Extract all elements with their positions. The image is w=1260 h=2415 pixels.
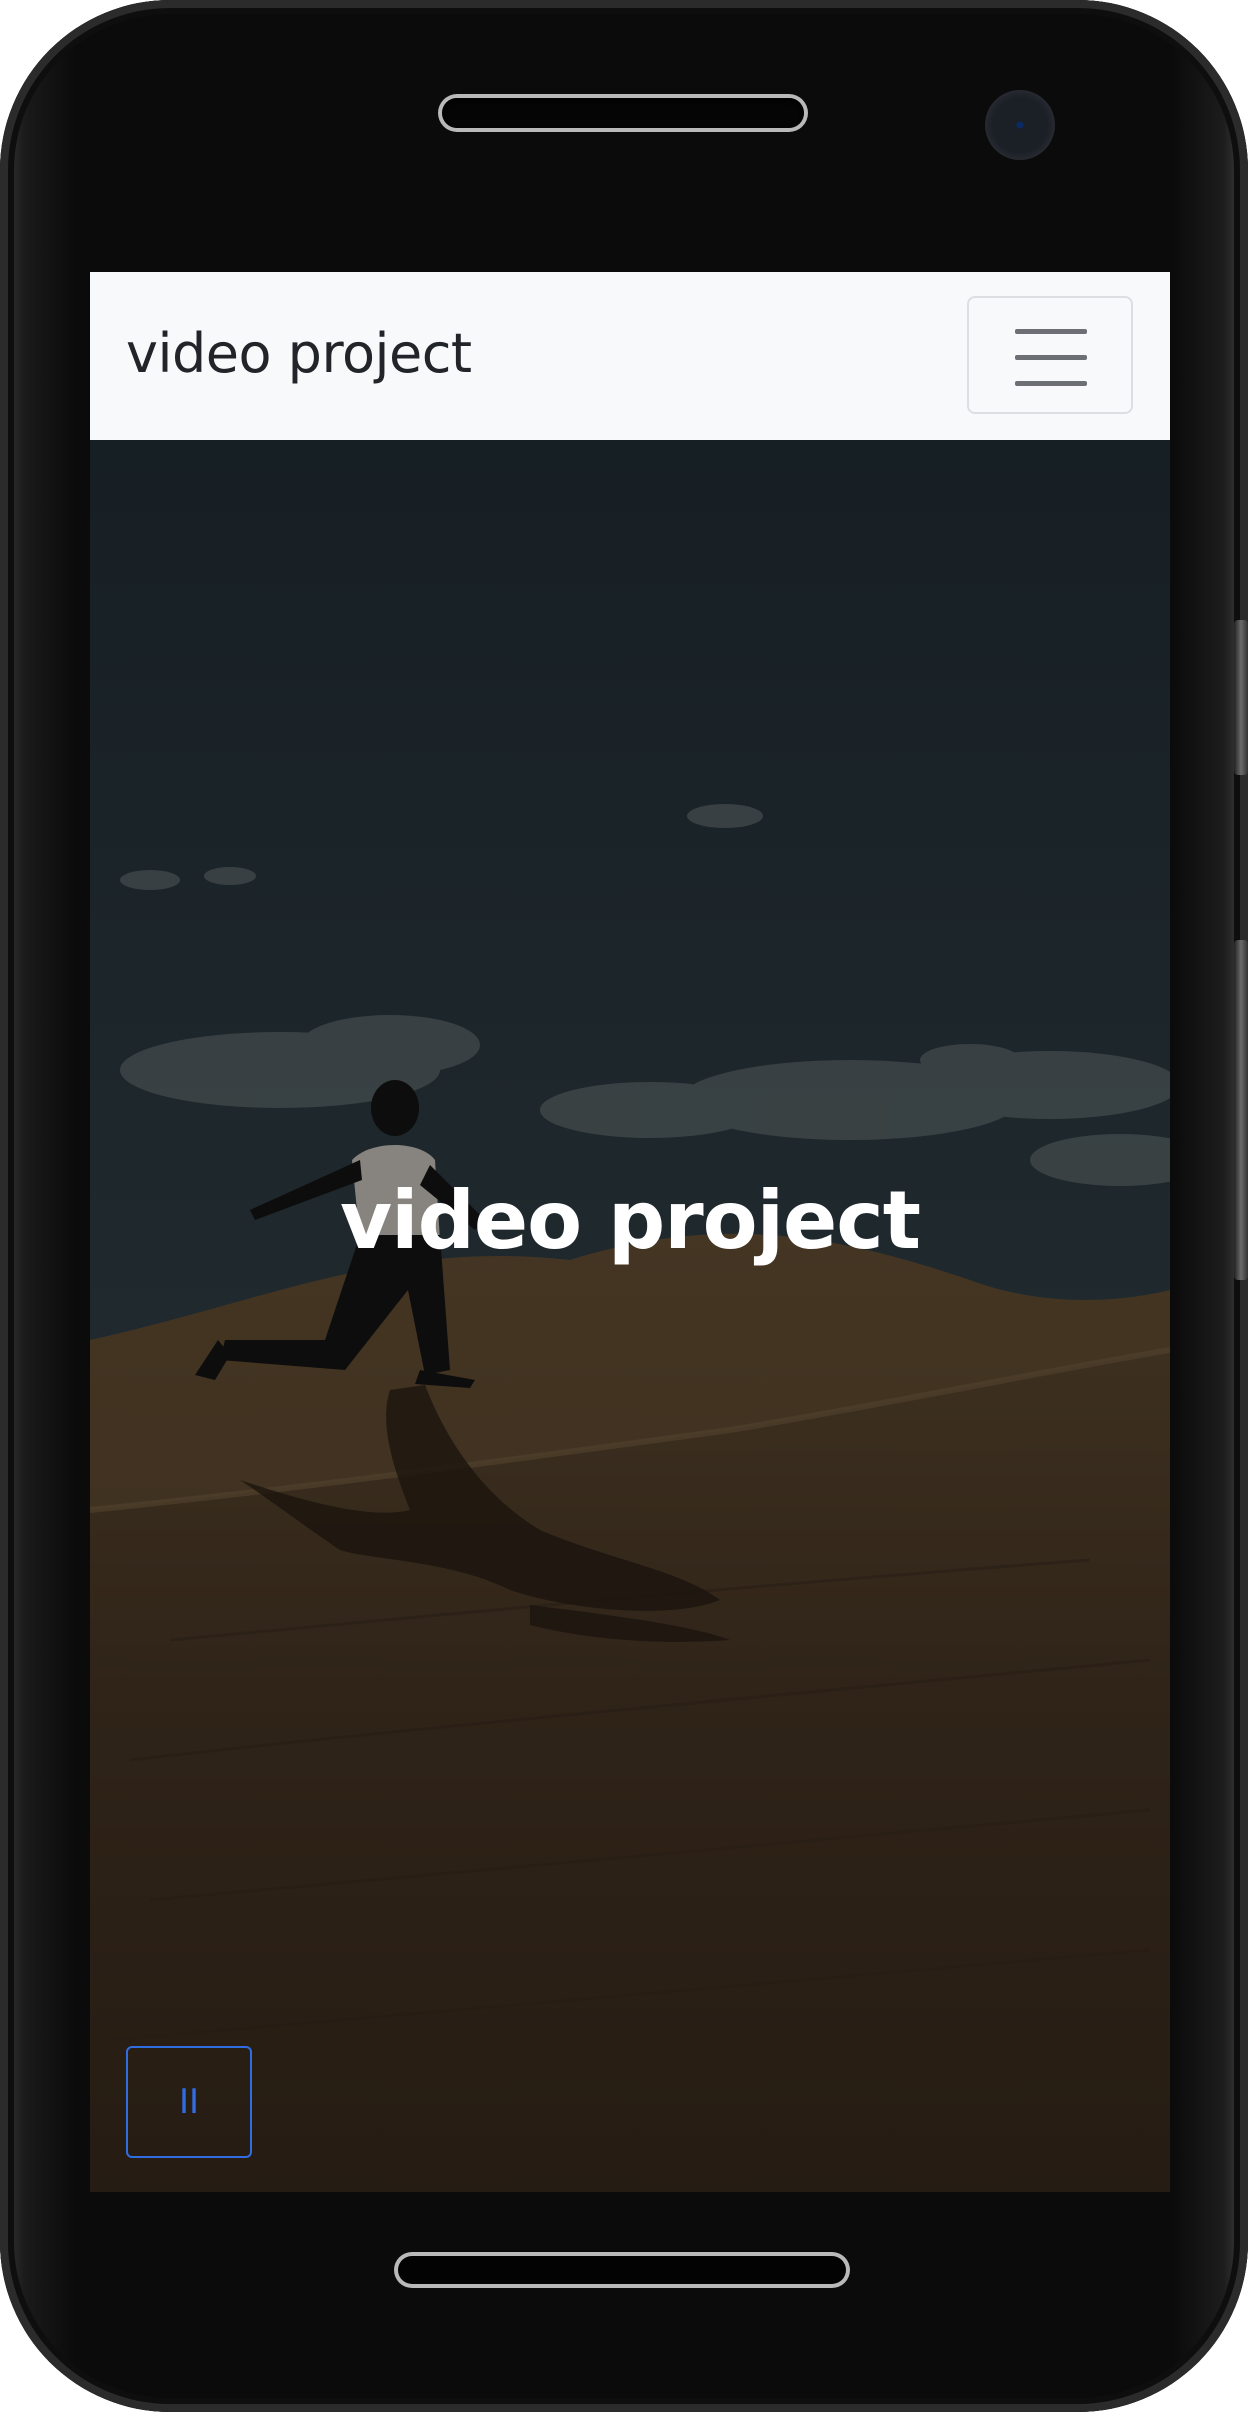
hero-background-video bbox=[90, 440, 1170, 2192]
pause-button[interactable]: II bbox=[126, 2046, 252, 2158]
home-speaker-bar bbox=[398, 2256, 846, 2284]
hero-title: video project bbox=[340, 1173, 921, 1267]
hamburger-menu-icon bbox=[1015, 329, 1087, 386]
navbar-toggler-button[interactable] bbox=[967, 296, 1133, 414]
earpiece-speaker bbox=[442, 98, 804, 128]
volume-button bbox=[1234, 620, 1248, 775]
navbar-brand[interactable]: video project bbox=[126, 322, 472, 385]
front-camera-icon bbox=[985, 90, 1055, 160]
navbar: video project bbox=[90, 272, 1170, 440]
power-button bbox=[1234, 940, 1248, 1280]
page: video project video project II bbox=[0, 0, 1260, 2415]
pause-icon: II bbox=[178, 2082, 200, 2122]
phone-frame: video project video project II bbox=[0, 0, 1248, 2412]
hero-video-section: video project II bbox=[90, 440, 1170, 2192]
phone-screen: video project video project II bbox=[90, 272, 1170, 2192]
